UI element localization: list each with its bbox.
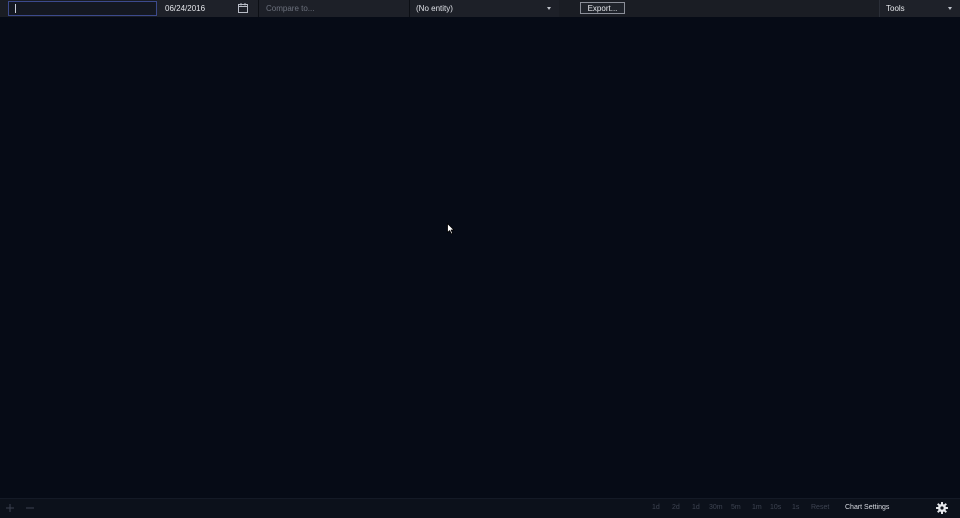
- date-field[interactable]: 06/24/2016: [157, 0, 258, 17]
- calendar-icon[interactable]: [238, 3, 248, 13]
- mouse-cursor-icon: [447, 223, 455, 235]
- entity-selected-value: (No entity): [416, 4, 453, 13]
- range-button-10s[interactable]: 10s: [770, 502, 781, 514]
- range-button-2d[interactable]: 2d: [672, 502, 680, 514]
- entity-select[interactable]: (No entity): [410, 0, 559, 17]
- reset-button[interactable]: Reset: [811, 502, 829, 514]
- tools-menu[interactable]: Tools: [879, 0, 960, 17]
- tools-menu-label: Tools: [886, 4, 905, 13]
- range-button-5m[interactable]: 5m: [731, 502, 741, 514]
- compare-placeholder: Compare to...: [266, 4, 315, 13]
- range-button-1d-alt[interactable]: 1d: [692, 502, 700, 514]
- compare-input[interactable]: Compare to...: [259, 0, 409, 17]
- chart-canvas[interactable]: [0, 17, 960, 498]
- plus-icon[interactable]: [5, 503, 15, 513]
- minus-icon[interactable]: [25, 503, 35, 513]
- range-button-1s[interactable]: 1s: [792, 502, 799, 514]
- bottom-bar: 1d 2d 1d 30m 5m 1m 10s 1s Reset Chart Se…: [0, 498, 960, 518]
- export-button-label: Export...: [587, 3, 618, 13]
- gear-icon[interactable]: [936, 502, 948, 514]
- symbol-input[interactable]: [8, 1, 157, 16]
- chevron-down-icon: [547, 7, 551, 10]
- chart-settings-button[interactable]: Chart Settings: [845, 502, 889, 514]
- range-button-30m[interactable]: 30m: [709, 502, 723, 514]
- export-button[interactable]: Export...: [580, 2, 625, 14]
- date-value: 06/24/2016: [165, 4, 206, 13]
- range-button-1m[interactable]: 1m: [752, 502, 762, 514]
- text-caret: [15, 4, 16, 13]
- top-toolbar: 06/24/2016 Compare to... (No entity) Exp…: [0, 0, 960, 17]
- chevron-down-icon: [948, 7, 952, 10]
- range-button-1d[interactable]: 1d: [652, 502, 660, 514]
